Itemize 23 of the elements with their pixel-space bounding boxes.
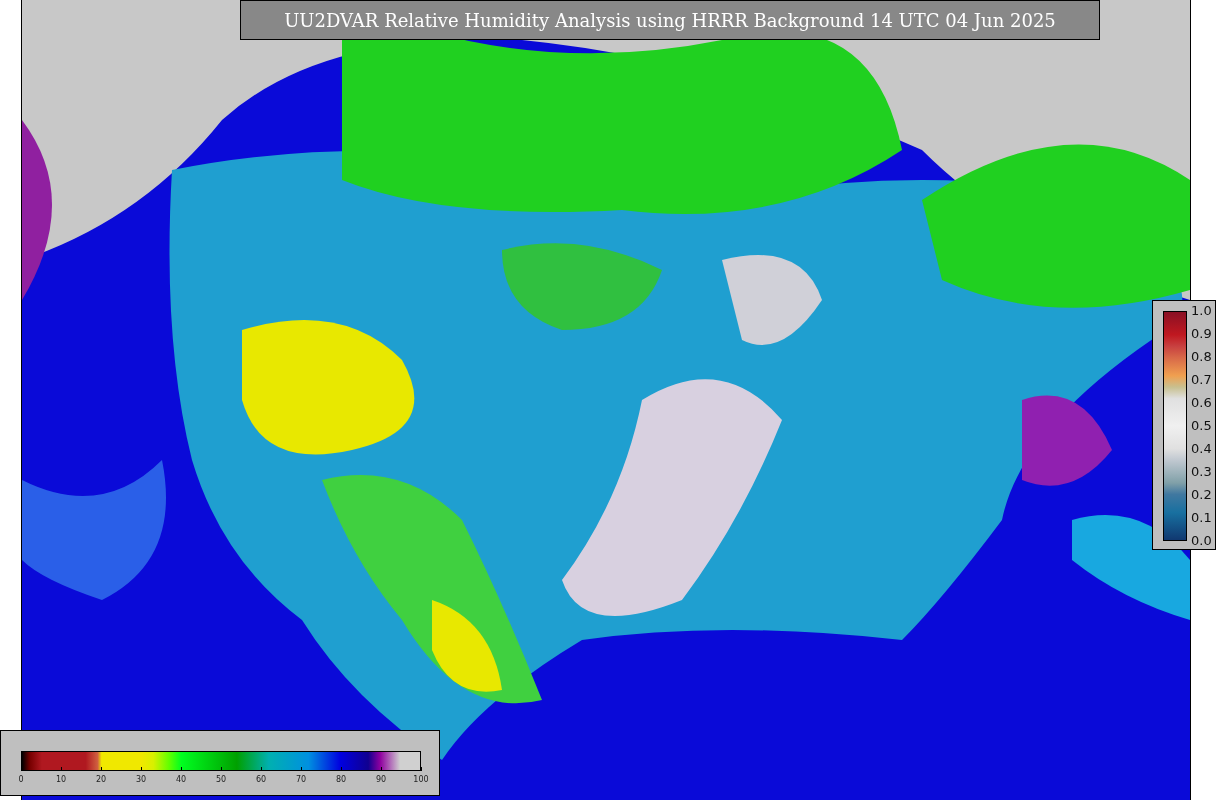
tick-label: 100 [413,775,429,784]
map-title: UU2DVAR Relative Humidity Analysis using HRRR Background 14 UTC 04 Jun 2025 [240,0,1100,40]
tick-label: 40 [175,775,187,784]
tick-label: 0.8 [1191,349,1212,364]
tick-label: 50 [215,775,227,784]
tick-label: 0.9 [1191,326,1212,341]
tick-label: 0.4 [1191,441,1212,456]
tick-label: 80 [335,775,347,784]
tick-label: 0.3 [1191,464,1212,479]
tick-label: 0.6 [1191,395,1212,410]
tick-label: 70 [295,775,307,784]
tick-label: 0 [18,775,24,784]
tick-label: 90 [375,775,387,784]
tick-label: 0.0 [1191,533,1212,548]
tick-label: 0.2 [1191,487,1212,502]
tick-label: 0.1 [1191,510,1212,525]
tick-label: 30 [135,775,147,784]
tick-label: 10 [55,775,67,784]
tick-label: 0.5 [1191,418,1212,433]
tick-label: 20 [95,775,107,784]
tick-label: 60 [255,775,267,784]
tick-label: 1.0 [1191,303,1212,318]
tick-label: 0.7 [1191,372,1212,387]
